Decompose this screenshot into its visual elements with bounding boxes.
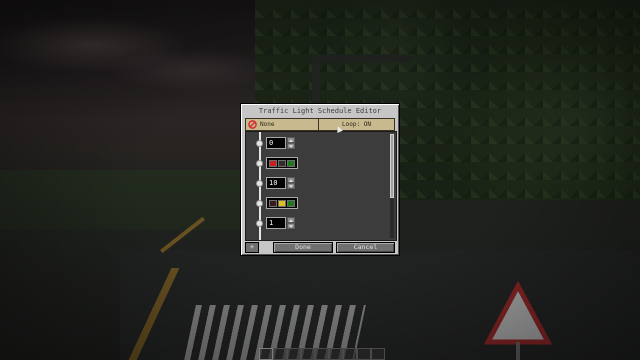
hotbar-slot[interactable] bbox=[343, 348, 357, 360]
step-handle[interactable] bbox=[256, 200, 263, 207]
delay-spinner[interactable] bbox=[287, 137, 295, 149]
loop-label: Loop: ON bbox=[342, 121, 371, 128]
light-state-field[interactable] bbox=[266, 157, 298, 169]
hotbar-slot[interactable] bbox=[273, 348, 287, 360]
delay-spinner[interactable] bbox=[287, 177, 295, 189]
red-lamp-icon[interactable] bbox=[269, 200, 277, 207]
step-handle[interactable] bbox=[256, 180, 263, 187]
hotbar-slot[interactable] bbox=[301, 348, 315, 360]
hotbar-slot[interactable] bbox=[357, 348, 371, 360]
delay-input[interactable]: 1 bbox=[266, 217, 286, 229]
add-step-button[interactable]: + bbox=[245, 242, 259, 253]
done-button[interactable]: Done bbox=[273, 242, 333, 253]
mode-button[interactable]: None bbox=[245, 118, 319, 131]
delay-input[interactable]: 10 bbox=[266, 177, 286, 189]
green-lamp-icon[interactable] bbox=[287, 200, 295, 207]
decrement-icon[interactable] bbox=[287, 143, 295, 149]
scrollbar-thumb[interactable] bbox=[390, 134, 394, 198]
schedule-list[interactable]: 0 10 1 bbox=[245, 131, 397, 241]
schedule-step-delay: 0 bbox=[251, 136, 311, 152]
step-handle[interactable] bbox=[256, 160, 263, 167]
delay-spinner[interactable] bbox=[287, 217, 295, 229]
red-lamp-icon[interactable] bbox=[269, 160, 277, 167]
hotbar bbox=[259, 348, 385, 360]
yellow-lamp-icon[interactable] bbox=[278, 160, 286, 167]
schedule-step-lights bbox=[251, 196, 311, 212]
decrement-icon[interactable] bbox=[287, 223, 295, 229]
hotbar-slot[interactable] bbox=[287, 348, 301, 360]
green-lamp-icon[interactable] bbox=[287, 160, 295, 167]
loop-toggle-button[interactable]: Loop: ON bbox=[319, 118, 395, 131]
schedule-step-lights bbox=[251, 156, 311, 172]
forbidden-icon bbox=[248, 120, 257, 129]
yellow-lamp-icon[interactable] bbox=[278, 200, 286, 207]
hotbar-slot[interactable] bbox=[259, 348, 273, 360]
hotbar-slot[interactable] bbox=[315, 348, 329, 360]
hotbar-slot[interactable] bbox=[329, 348, 343, 360]
dialog-title: Traffic Light Schedule Editor bbox=[258, 107, 382, 115]
dialog-toolbar: None Loop: ON bbox=[245, 118, 395, 131]
delay-input[interactable]: 0 bbox=[266, 137, 286, 149]
decrement-icon[interactable] bbox=[287, 183, 295, 189]
step-handle[interactable] bbox=[256, 140, 263, 147]
dialog-footer: + Done Cancel bbox=[245, 242, 395, 253]
schedule-editor-dialog: Traffic Light Schedule Editor None Loop:… bbox=[240, 103, 400, 256]
schedule-step-delay: 1 bbox=[251, 216, 311, 232]
step-handle[interactable] bbox=[256, 220, 263, 227]
cancel-button[interactable]: Cancel bbox=[336, 242, 395, 253]
hotbar-slot[interactable] bbox=[371, 348, 385, 360]
light-state-field[interactable] bbox=[266, 197, 298, 209]
schedule-step-delay: 10 bbox=[251, 176, 311, 192]
mode-label: None bbox=[260, 121, 275, 128]
